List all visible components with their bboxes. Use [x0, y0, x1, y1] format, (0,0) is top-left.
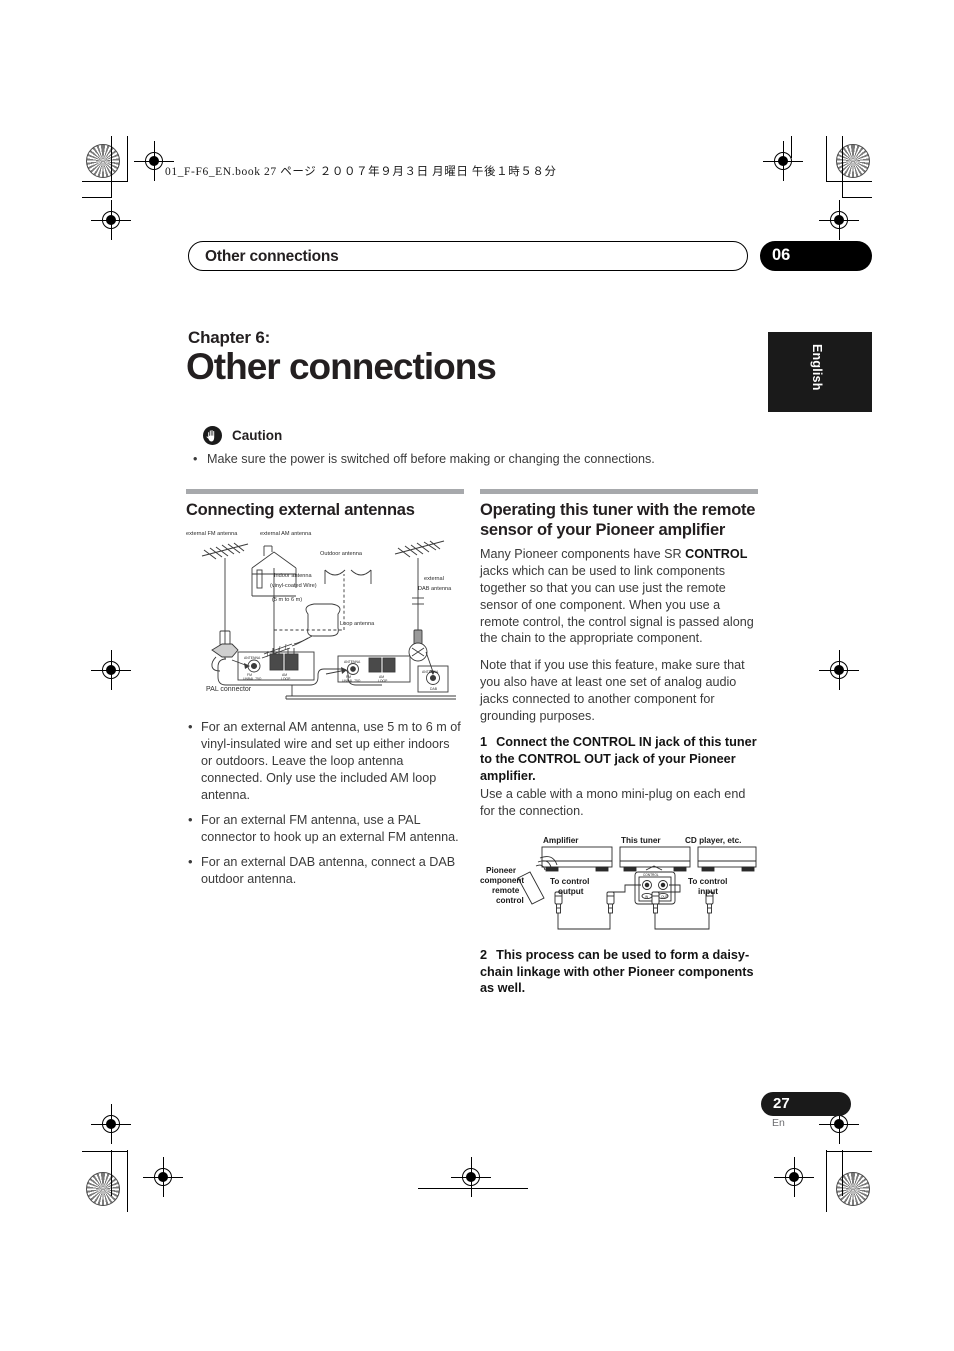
right-column: Operating this tuner with the remote sen…	[480, 489, 758, 997]
label-indoor-antenna: Indoor antenna	[274, 573, 313, 579]
label-remote-1: Pioneer	[486, 866, 517, 875]
list-item: For an external AM antenna, use 5 m to 6…	[186, 718, 464, 804]
label-outdoor-antenna: Outdoor antenna	[320, 551, 363, 557]
section-heading-remote-sensor: Operating this tuner with the remote sen…	[480, 501, 756, 540]
label-vinyl-coated-wire: (vinyl-coated Wire)	[270, 583, 317, 589]
crop-mark-top-right-v2	[842, 136, 843, 198]
label-cd-player: CD player, etc.	[685, 836, 741, 845]
antenna-bullet-list: For an external AM antenna, use 5 m to 6…	[186, 718, 464, 888]
label-to-control-input-2: input	[698, 887, 718, 896]
step-1-body: Use a cable with a mono mini-plug on eac…	[480, 787, 746, 818]
crop-mark-top-right-h2	[842, 197, 872, 198]
step-1-number: 1	[480, 735, 488, 750]
hand-stop-icon	[203, 426, 222, 445]
step-2-bold-text: This process can be used to form a daisy…	[480, 947, 754, 996]
label-to-control-input-1: To control	[688, 877, 727, 886]
list-item: For an external DAB antenna, connect a D…	[186, 853, 464, 888]
registration-target-left-upper	[91, 200, 131, 240]
label-dab-jack: DAB	[430, 687, 438, 691]
label-remote-3: remote	[492, 886, 520, 895]
label-remote-2: component	[480, 876, 524, 885]
external-antenna-connection-diagram: external FM antenna external AM antenna …	[186, 526, 464, 709]
registration-rosette-bottom-left	[86, 1172, 120, 1206]
step-1: 1 Connect the CONTROL IN jack of this tun…	[480, 734, 758, 785]
step-1-bold-text: Connect the CONTROL IN jack of this tune…	[480, 735, 757, 784]
language-tab-label: English	[810, 344, 824, 391]
label-remote-4: control	[496, 896, 524, 905]
crop-mark-bottom-right-h	[826, 1151, 872, 1152]
label-to-control-output-2: output	[558, 887, 584, 896]
registration-target-top-left	[134, 141, 174, 181]
label-am-loop-left: LOOP	[281, 677, 291, 681]
registration-target-bottom-left	[143, 1157, 183, 1197]
registration-target-right-upper	[819, 200, 859, 240]
caution-label: Caution	[232, 428, 283, 443]
registration-target-right-lower	[819, 1104, 859, 1144]
label-jack-out: OUT	[661, 895, 668, 899]
registration-rosette-top-left	[86, 144, 120, 178]
control-daisy-chain-diagram: Amplifier This tuner CD player, etc. Pio…	[480, 830, 758, 941]
label-fm-unbal-right: UNBAL 75Ω	[342, 679, 361, 683]
chapter-label: Chapter 6:	[188, 328, 271, 347]
label-external-dab-1: external	[424, 576, 444, 582]
crop-mark-top-right-h	[826, 181, 872, 182]
step-2-number: 2	[480, 947, 488, 962]
list-item: For an external FM antenna, use a PAL co…	[186, 811, 464, 846]
label-to-control-output-1: To control	[550, 877, 589, 886]
page-number-badge: 27	[761, 1092, 851, 1116]
crop-mark-bottom-left-v2	[111, 1150, 112, 1196]
bullet-glyph: •	[193, 452, 198, 466]
page-title: Other connections	[186, 346, 497, 387]
paragraph-grounding-note: Note that if you use this feature, make …	[480, 658, 745, 723]
label-am-loop-right: LOOP	[378, 679, 388, 683]
left-column: Connecting external antennas external FM…	[186, 489, 464, 896]
crop-mark-top-right-v	[826, 136, 827, 182]
book-file-info: 01_F-F6_EN.book 27 ページ ２００７年９月３日 月曜日 午後１…	[165, 166, 557, 178]
registration-target-bottom-right	[774, 1157, 814, 1197]
registration-target-bottom-center	[451, 1157, 491, 1197]
crop-mark-bottom-left-h	[82, 1151, 128, 1152]
paragraph-sr-control: Many Pioneer components have SR CONTROL …	[480, 546, 758, 647]
registration-target-left-middle	[91, 650, 131, 690]
crop-mark-top-left-h	[82, 181, 128, 182]
chapter-number-text: 06	[772, 246, 791, 264]
crop-mark-bottom-right-v	[826, 1150, 827, 1212]
crop-mark-top-right-tick	[791, 136, 792, 158]
label-external-fm-antenna: external FM antenna	[186, 531, 238, 537]
label-dab-antenna-jack: ANTENNA	[422, 670, 439, 674]
crop-mark-top-left-v	[127, 136, 128, 182]
crop-mark-top-left-h2	[82, 197, 112, 198]
section-rule-right	[480, 489, 758, 494]
registration-target-right-middle	[819, 650, 859, 690]
label-external-am-antenna: external AM antenna	[260, 531, 312, 537]
label-wire-length: (5 m to 6 m)	[272, 597, 302, 603]
label-antenna-panel-left: ANTENNA	[244, 656, 261, 660]
caution-bullet-text: Make sure the power is switched off befo…	[207, 452, 655, 466]
language-tab: English	[768, 332, 872, 412]
label-amplifier: Amplifier	[543, 836, 579, 845]
caution-bullet-item: • Make sure the power is switched off be…	[193, 451, 713, 468]
registration-target-left-lower	[91, 1104, 131, 1144]
crop-mark-bottom-left-v	[127, 1150, 128, 1212]
section-rule-left	[186, 489, 464, 494]
label-fm-unbal-left: UNBAL 75Ω	[243, 677, 262, 681]
label-this-tuner: This tuner	[621, 836, 661, 845]
inline-bold-control-term: CONTROL	[685, 547, 748, 562]
section-heading-antennas: Connecting external antennas	[186, 501, 415, 519]
label-loop-antenna: Loop antenna	[340, 621, 375, 627]
page-language-code: En	[772, 1117, 785, 1129]
running-head-pill: Other connections	[188, 241, 748, 271]
label-pal-connector: PAL connector	[206, 686, 252, 693]
crop-mark-top-left-v2	[111, 136, 112, 198]
crop-mark-bottom-right-v2	[842, 1150, 843, 1196]
label-antenna-panel-right: ANTENNA	[344, 660, 361, 664]
crop-mark-bottom-center-h	[418, 1188, 528, 1189]
page-number-text: 27	[773, 1095, 790, 1112]
step-2: 2 This process can be used to form a dais…	[480, 947, 758, 998]
chapter-number-badge: 06	[760, 241, 872, 271]
paragraph-sr-control-text: Many Pioneer components have SR CONTROL …	[480, 547, 754, 646]
running-head-title: Other connections	[205, 248, 339, 265]
label-dab-antenna-2: DAB antenna	[418, 586, 452, 592]
label-control-panel: CONTROL	[643, 873, 659, 877]
